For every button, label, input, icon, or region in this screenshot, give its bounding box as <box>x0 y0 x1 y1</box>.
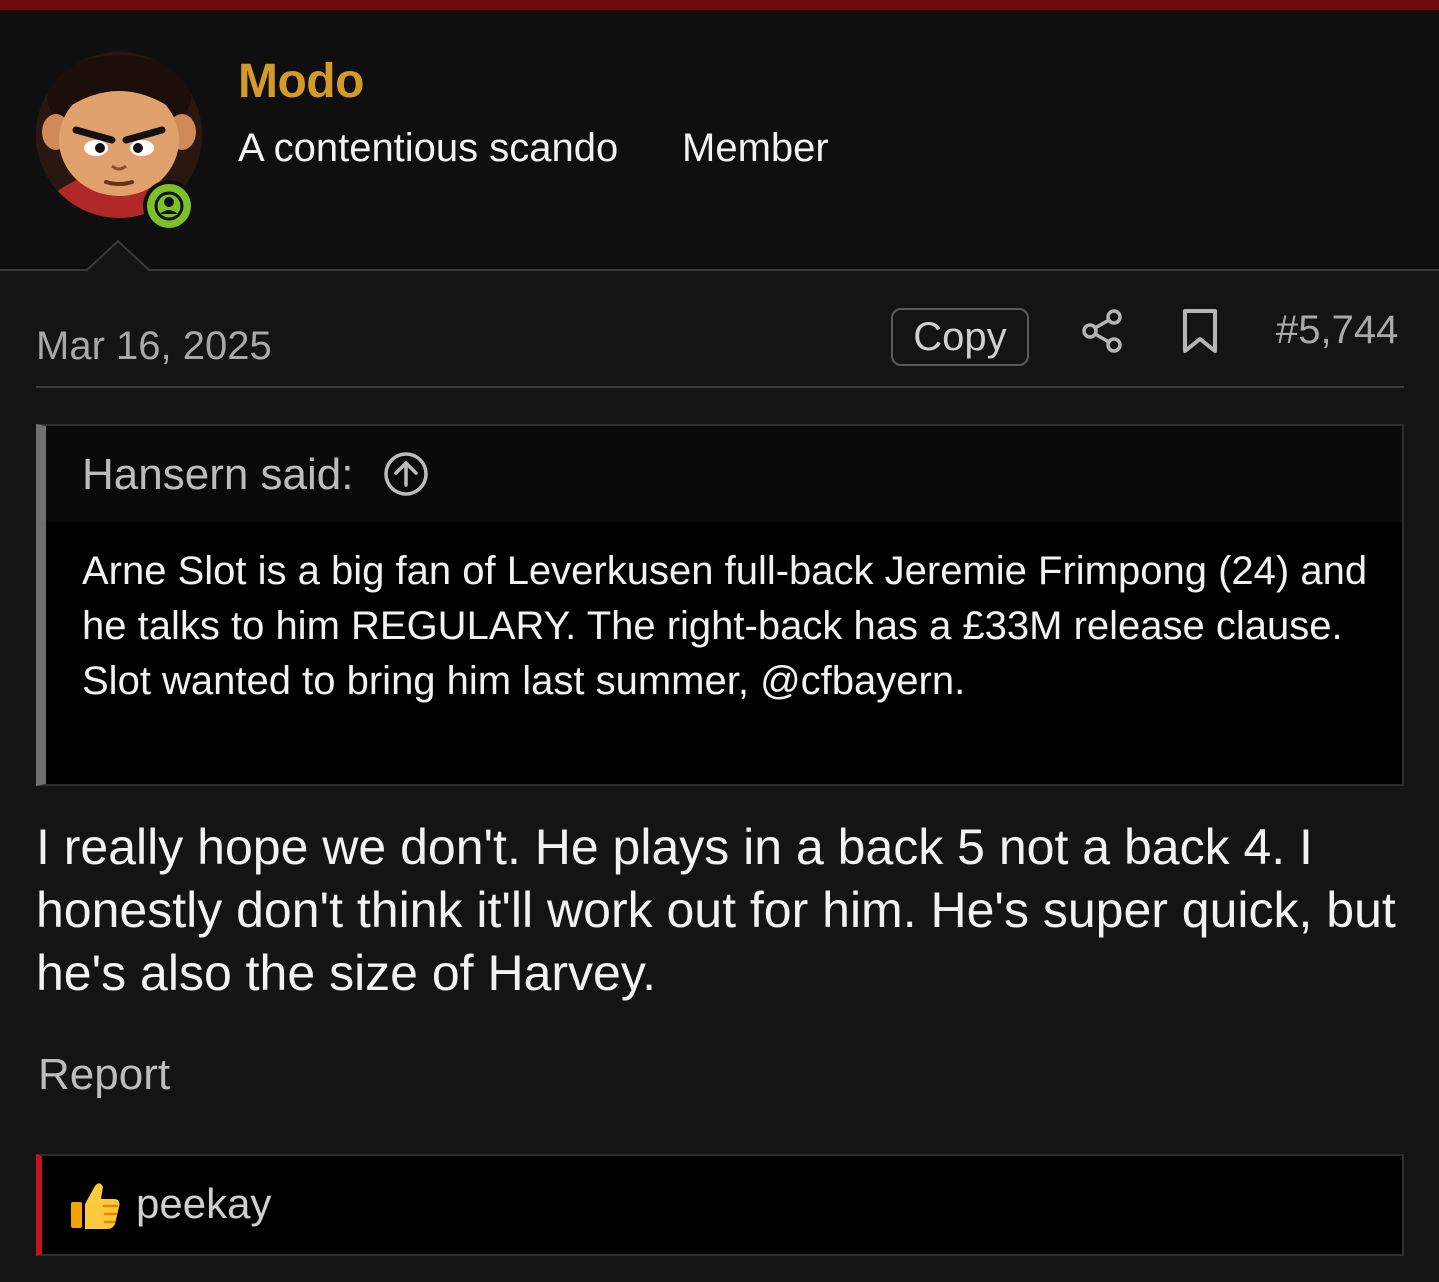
post-date-link[interactable]: Mar 16, 2025 <box>36 324 272 369</box>
online-status-badge <box>143 180 195 232</box>
header-divider <box>0 269 1439 271</box>
thumbs-up-icon <box>71 1183 120 1229</box>
post-author-header: Modo A contentious scando Member <box>0 10 1439 270</box>
quote-header: Hansern said: <box>46 426 1402 522</box>
quote-text: Arne Slot is a big fan of Leverkusen ful… <box>82 549 1368 703</box>
online-user-icon <box>147 184 191 228</box>
quote-block: Hansern said: Arne Slot is a big fan of … <box>36 424 1404 786</box>
author-pointer-notch <box>86 239 150 273</box>
post-body-text: I really hope we don't. He plays in a ba… <box>36 819 1396 1001</box>
share-icon[interactable] <box>1080 308 1126 354</box>
post-number-link[interactable]: #5,744 <box>1276 308 1398 353</box>
copy-button[interactable]: Copy <box>891 308 1029 366</box>
report-link[interactable]: Report <box>38 1050 170 1100</box>
user-title: A contentious scando <box>238 126 619 170</box>
top-accent-bar <box>0 0 1439 10</box>
quote-author-link[interactable]: Hansern said: <box>82 450 353 500</box>
reactions-bar[interactable]: peekay <box>36 1154 1404 1256</box>
arrow-up-circle-icon[interactable] <box>382 450 430 498</box>
username-link[interactable]: Modo <box>238 54 364 109</box>
user-rank: Member <box>682 126 829 170</box>
post-meta-divider <box>36 386 1404 388</box>
bookmark-icon[interactable] <box>1180 308 1220 354</box>
reactor-name-link[interactable]: peekay <box>136 1180 271 1228</box>
